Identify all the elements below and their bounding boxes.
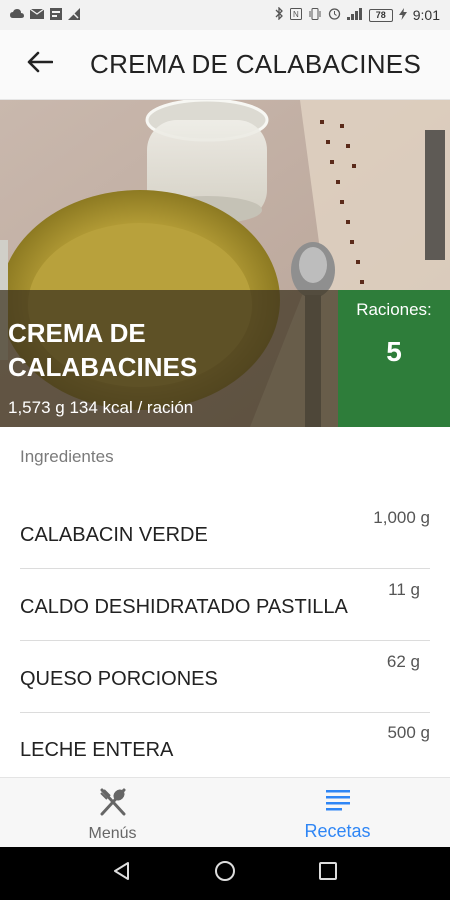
mail-icon [29,8,45,22]
ingredient-row[interactable]: CALABACIN VERDE 1,000 g [0,498,450,569]
back-triangle-icon [112,861,132,886]
status-right-icons: N 78 9:01 [275,6,440,23]
ingredients-header: Ingredientes [20,447,114,466]
arrow-back-icon [27,51,54,78]
recipe-summary: 1,573 g 134 kcal / ración [8,398,194,417]
ingredient-quantity: 62 g [386,652,420,671]
ingredient-name: LECHE ENTERA [20,739,174,761]
recipe-hero: CREMA DE CALABACINES 1,573 g 134 kcal / … [0,100,450,427]
nav-menus[interactable]: Menús [0,778,225,848]
page-title: CREMA DE CALABACINES [90,49,422,79]
row-divider [20,568,430,569]
nav-menus-label: Menús [88,825,137,842]
signal-icon [346,7,363,23]
bluetooth-icon [275,6,284,23]
gallery-icon [50,7,62,23]
ingredient-row[interactable]: LECHE ENTERA 500 g [0,713,450,784]
ingredient-row[interactable]: QUESO PORCIONES 62 g [0,642,450,713]
nfc-icon: N [289,7,302,23]
recipe-title: CREMA DE CALABACINES [8,318,198,382]
recents-square-icon [318,861,338,886]
servings-value: 5 [386,336,402,367]
system-home-button[interactable] [205,854,245,894]
home-circle-icon [214,860,236,887]
list-icon [325,788,351,817]
battery-icon: 78 [368,8,393,22]
no-signal-icon [68,7,80,23]
fork-knife-icon [98,788,128,821]
status-time: 9:01 [412,7,440,23]
status-left-icons [10,7,80,23]
ingredients-section: Ingredientes CALABACIN VERDE 1,000 g CAL… [0,427,450,777]
ingredient-row[interactable]: CALDO DESHIDRATADO PASTILLA 11 g [0,570,450,641]
row-divider [20,640,430,641]
ingredient-name: CALABACIN VERDE [20,524,208,546]
system-navigation-bar [0,847,450,900]
system-recents-button[interactable] [308,854,348,894]
app-bar: CREMA DE CALABACINES [0,30,450,100]
nav-recetas-label: Recetas [304,821,371,841]
charging-icon [398,7,407,23]
ingredient-quantity: 11 g [388,580,420,599]
back-button[interactable] [0,30,80,100]
status-bar: N 78 9:01 [0,0,450,30]
vibrate-icon [308,7,322,23]
servings-label: Raciones: [356,300,432,319]
nav-recetas[interactable]: Recetas [225,778,450,848]
servings-box[interactable]: Raciones: 5 [338,290,450,427]
ingredient-name: CALDO DESHIDRATADO PASTILLA [20,596,348,618]
ingredient-name: QUESO PORCIONES [20,668,218,690]
bottom-navigation: Menús Recetas [0,777,450,847]
alarm-icon [328,7,341,23]
system-back-button[interactable] [102,854,142,894]
svg-text:N: N [293,10,299,19]
ingredient-quantity: 500 g [387,723,430,742]
ingredient-quantity: 1,000 g [373,508,430,527]
cloud-icon [10,8,24,22]
